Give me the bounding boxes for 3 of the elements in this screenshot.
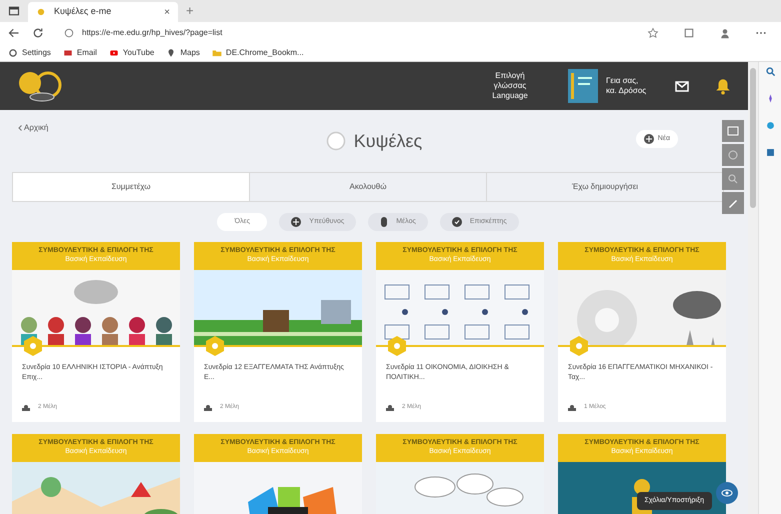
tab-title: Κυψέλες e-me [54,5,112,18]
url-text: https://e-me.edu.gr/hp_hives/?page=list [82,27,222,39]
page-title: Κυψέλες [354,130,422,153]
